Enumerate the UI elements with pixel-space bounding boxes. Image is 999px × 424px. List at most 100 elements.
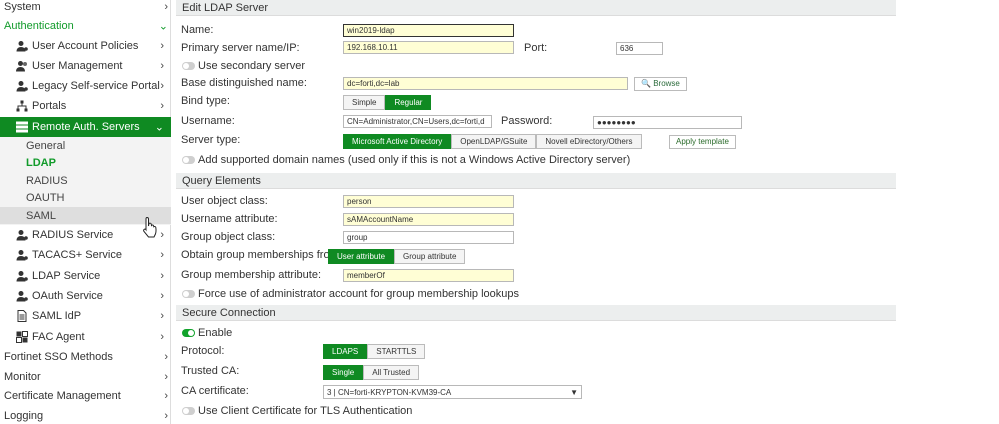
trusted-ca-label: Trusted CA: — [181, 365, 240, 377]
nav-label: LDAP — [26, 156, 56, 169]
nav-user-account-policies[interactable]: User Account Policies › — [0, 38, 171, 54]
server-type-novell-option[interactable]: Novell eDirectory/Others — [536, 134, 642, 149]
browse-label: Browse — [653, 79, 680, 88]
user-object-class-label: User object class: — [181, 195, 268, 207]
server-type-ad-option[interactable]: Microsoft Active Directory — [343, 134, 452, 149]
nav-fortinet-sso[interactable]: Fortinet SSO Methods › — [4, 349, 175, 365]
nav-remote-auth-servers[interactable]: Remote Auth. Servers ⌄ — [0, 117, 171, 137]
user-gear-icon — [15, 248, 29, 262]
nav-portals[interactable]: Portals › — [0, 98, 171, 114]
nav-general[interactable]: General — [0, 138, 171, 153]
edit-ldap-form: Edit LDAP Server Name: Primary server na… — [176, 0, 896, 424]
chevron-down-icon: ▼ — [570, 387, 578, 397]
ca-certificate-select[interactable]: 3 | CN=forti-KRYPTON-KVM39-CA ▼ — [323, 385, 582, 399]
chevron-right-icon: › — [160, 290, 164, 302]
primary-server-input[interactable] — [343, 41, 514, 54]
document-icon — [15, 309, 29, 323]
nav-tacacs-service[interactable]: TACACS+ Service › — [0, 247, 171, 263]
agent-icon — [15, 330, 29, 344]
nav-label: Remote Auth. Servers — [32, 121, 140, 133]
chevron-right-icon: › — [160, 331, 164, 343]
nav-label: RADIUS Service — [32, 229, 114, 241]
nav-label: SAML IdP — [32, 310, 82, 322]
obtain-group-attribute-option[interactable]: Group attribute — [394, 249, 466, 264]
nav-label: Logging — [4, 410, 44, 422]
force-admin-label: Force use of administrator account for g… — [198, 288, 519, 300]
chevron-right-icon: › — [164, 390, 168, 402]
nav-radius[interactable]: RADIUS — [0, 173, 171, 188]
sidebar: System › Authentication ⌄ User Account Pol… — [0, 0, 171, 424]
chevron-right-icon: › — [160, 60, 164, 72]
name-label: Name: — [181, 24, 214, 36]
nav-label: TACACS+ Service — [32, 249, 122, 261]
bind-simple-option[interactable]: Simple — [343, 95, 386, 110]
server-list-icon — [15, 120, 29, 134]
server-type-label: Server type: — [181, 134, 241, 146]
client-cert-label: Use Client Certificate for TLS Authentic… — [198, 405, 413, 417]
username-attribute-input[interactable] — [343, 213, 514, 226]
username-input[interactable] — [343, 115, 492, 128]
server-type-openldap-option[interactable]: OpenLDAP/GSuite — [451, 134, 537, 149]
chevron-right-icon: › — [160, 249, 164, 261]
search-icon: 🔍 — [641, 79, 651, 88]
base-dn-input[interactable] — [343, 77, 628, 90]
nav-label: LDAP Service — [32, 270, 101, 282]
nav-label: General — [26, 139, 66, 152]
secure-enable-toggle[interactable] — [182, 329, 195, 337]
trusted-all-option[interactable]: All Trusted — [363, 365, 420, 380]
nav-oauth[interactable]: OAUTH — [0, 190, 171, 205]
group-object-class-input[interactable] — [343, 231, 514, 244]
nav-label: User Management — [32, 60, 123, 72]
force-admin-toggle[interactable] — [182, 290, 195, 298]
user-gear-icon — [15, 269, 29, 283]
bind-type-selector: Simple Regular — [343, 95, 432, 110]
secondary-server-toggle[interactable] — [182, 62, 195, 70]
nav-label: Fortinet SSO Methods — [4, 351, 113, 363]
protocol-label: Protocol: — [181, 345, 225, 357]
nav-ldap[interactable]: LDAP — [0, 155, 171, 170]
section-header-edit-ldap: Edit LDAP Server — [176, 0, 896, 16]
name-input[interactable] — [343, 24, 514, 37]
domain-names-toggle[interactable] — [182, 156, 195, 164]
obtain-memberships-selector: User attribute Group attribute — [328, 249, 466, 264]
chevron-right-icon: › — [160, 80, 164, 92]
sitemap-icon — [15, 99, 29, 113]
nav-ldap-service[interactable]: LDAP Service › — [0, 268, 171, 284]
bind-regular-option[interactable]: Regular — [385, 95, 432, 110]
nav-saml-idp[interactable]: SAML IdP › — [0, 308, 171, 324]
group-membership-attr-input[interactable] — [343, 269, 514, 282]
nav-authentication[interactable]: Authentication ⌄ — [4, 18, 175, 34]
apply-template-button[interactable]: Apply template — [669, 135, 736, 149]
chevron-right-icon: › — [160, 229, 164, 241]
port-input[interactable] — [616, 42, 663, 55]
nav-oauth-service[interactable]: OAuth Service › — [0, 288, 171, 304]
group-object-class-label: Group object class: — [181, 231, 276, 243]
obtain-user-attribute-option[interactable]: User attribute — [328, 249, 395, 264]
nav-label: OAuth Service — [32, 290, 103, 302]
nav-user-management[interactable]: User Management › — [0, 58, 171, 74]
nav-logging[interactable]: Logging › — [4, 408, 175, 424]
primary-server-label: Primary server name/IP: — [181, 42, 300, 54]
user-object-class-input[interactable] — [343, 195, 514, 208]
password-input[interactable] — [593, 116, 742, 129]
trusted-single-option[interactable]: Single — [323, 365, 364, 380]
chevron-right-icon: › — [164, 410, 168, 422]
nav-monitor[interactable]: Monitor › — [4, 369, 175, 385]
nav-radius-service[interactable]: RADIUS Service › — [0, 227, 171, 243]
trusted-ca-selector: Single All Trusted — [323, 365, 420, 380]
nav-label: OAUTH — [26, 191, 65, 204]
nav-certificate-management[interactable]: Certificate Management › — [4, 388, 175, 404]
protocol-starttls-option[interactable]: STARTTLS — [367, 344, 426, 359]
nav-legacy-portal[interactable]: Legacy Self-service Portal › — [0, 78, 171, 94]
client-cert-toggle[interactable] — [182, 407, 195, 415]
chevron-right-icon: › — [160, 310, 164, 322]
nav-fac-agent[interactable]: FAC Agent › — [0, 329, 171, 345]
username-attribute-label: Username attribute: — [181, 213, 278, 225]
domain-names-label: Add supported domain names (used only if… — [198, 154, 631, 166]
browse-button[interactable]: 🔍 Browse — [634, 77, 687, 91]
protocol-ldaps-option[interactable]: LDAPS — [323, 344, 368, 359]
nav-label: RADIUS — [26, 174, 68, 187]
user-gear-icon — [15, 39, 29, 53]
nav-system[interactable]: System › — [4, 0, 175, 14]
chevron-right-icon: › — [164, 371, 168, 383]
